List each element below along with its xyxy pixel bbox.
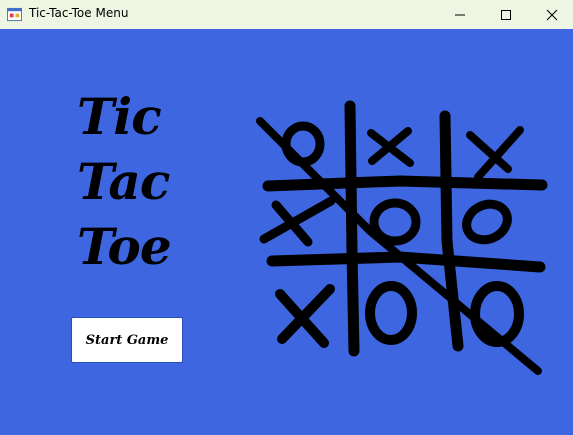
grid-line [262,175,548,192]
maximize-icon [501,9,511,20]
x-mark [367,127,414,167]
o-mark [462,199,512,245]
o-mark [365,281,417,345]
minimize-icon [455,14,465,15]
maximize-button[interactable] [483,0,529,29]
close-button[interactable] [529,0,573,29]
app-icon [7,7,22,22]
title-word-tic: Tic [77,87,162,146]
x-mark [275,284,335,348]
x-mark [259,196,336,247]
grid-line [439,110,464,352]
title-word-tac: Tac [77,152,170,211]
title-word-toe: Toe [77,217,172,276]
x-mark [466,126,524,181]
close-icon [546,9,558,20]
tic-tac-toe-board-image [256,100,548,375]
start-game-button[interactable]: Start Game [71,317,183,363]
grid-line [344,100,360,357]
window-title: Tic-Tac-Toe Menu [29,6,129,20]
minimize-button[interactable] [437,0,483,29]
title-bar[interactable]: Tic-Tac-Toe Menu [0,0,573,29]
menu-panel: Tic Tac Toe Start Game [0,29,573,435]
